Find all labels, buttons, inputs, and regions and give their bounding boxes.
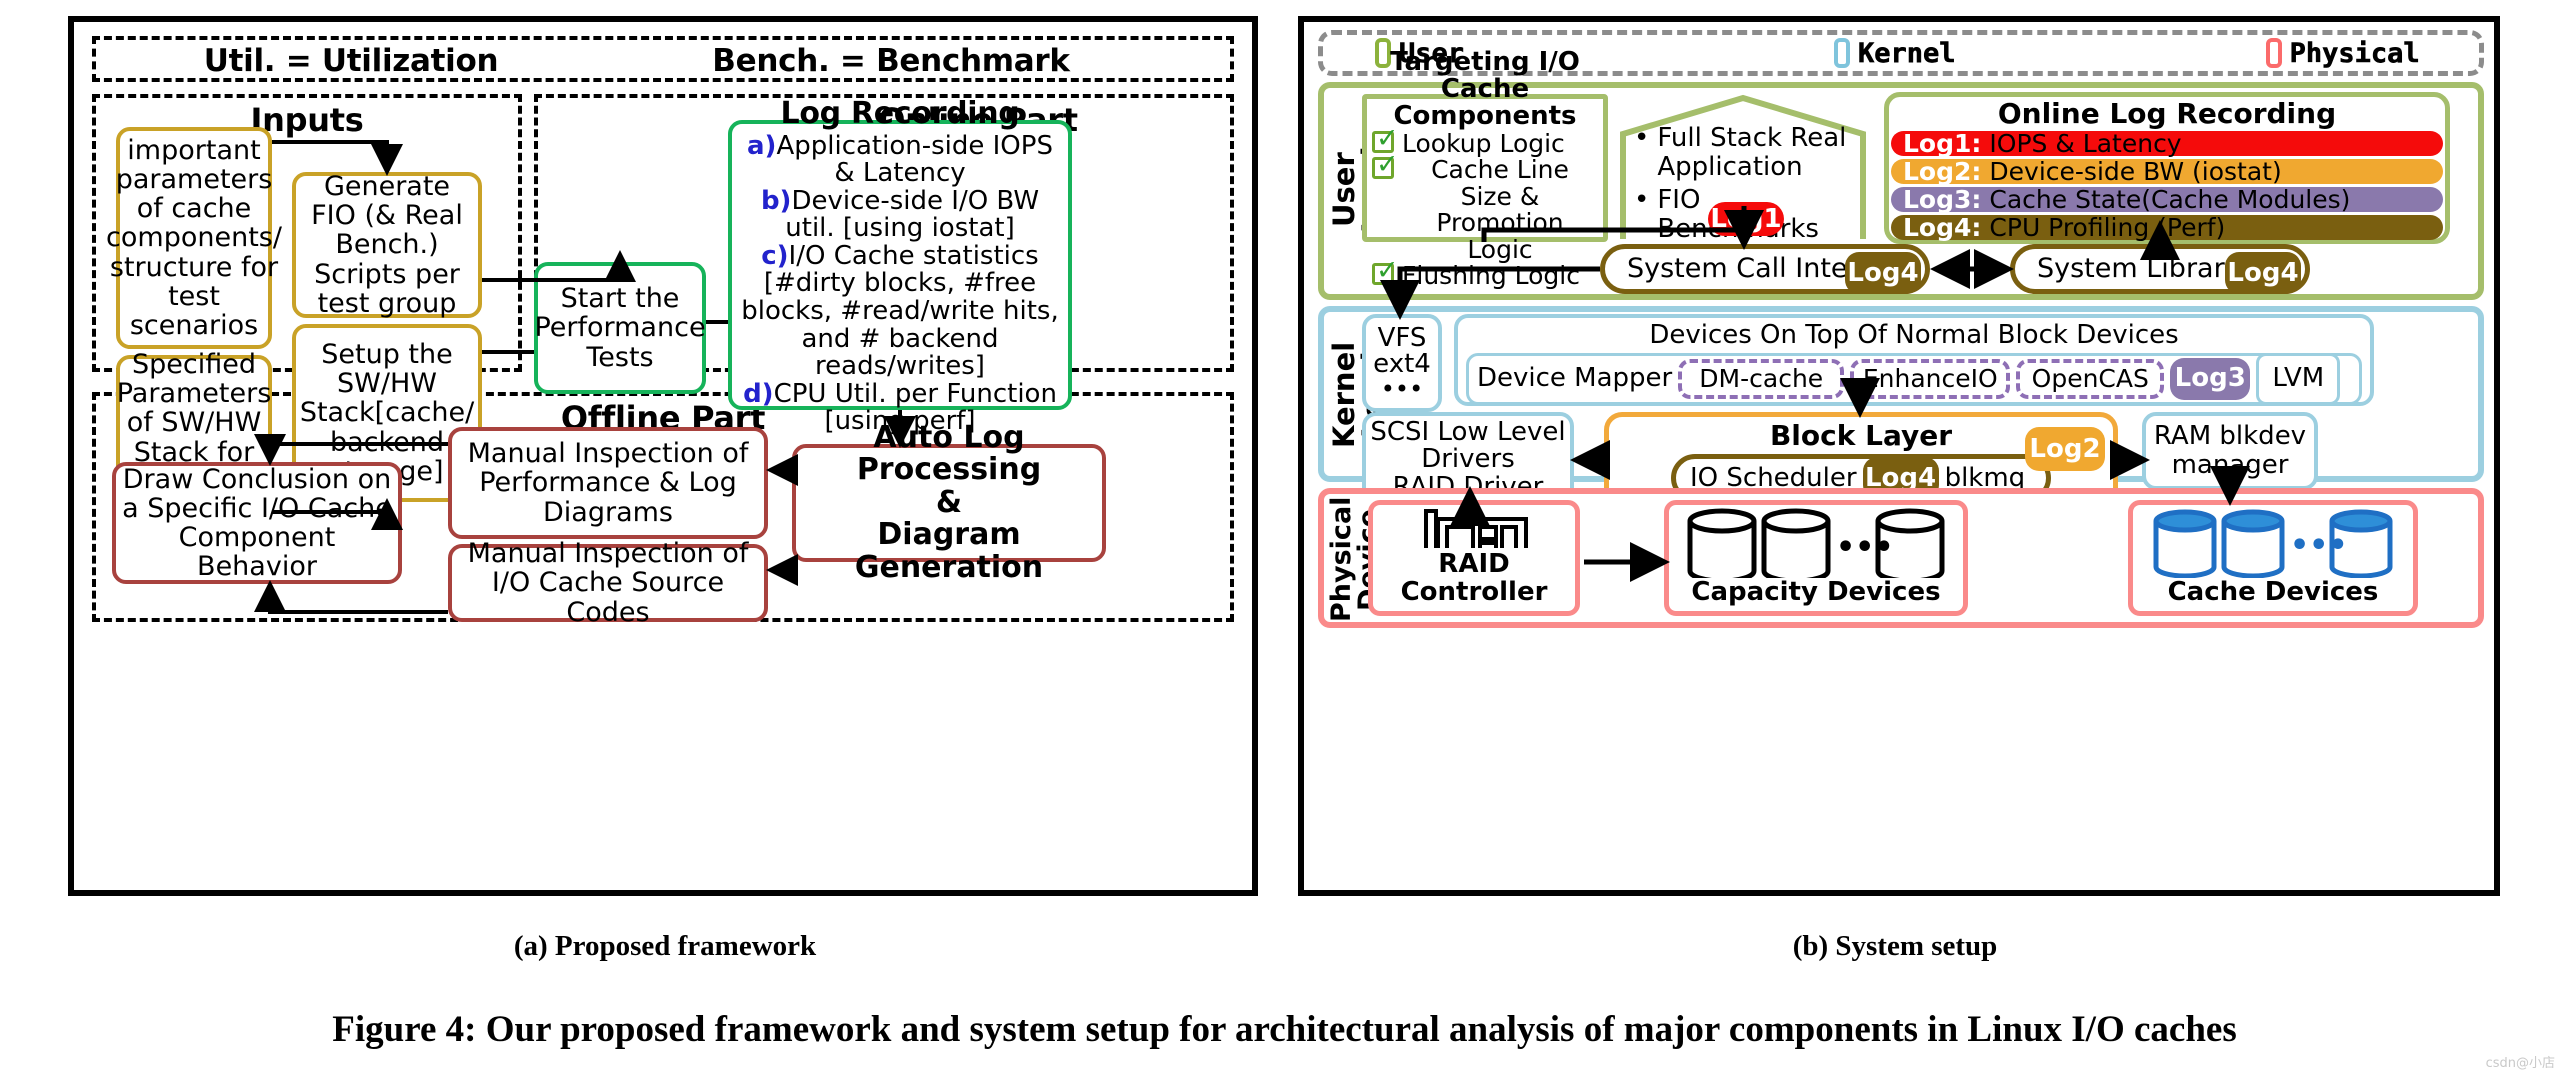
box-targeting-components: Targeting I/O Cache Components Lookup Lo… (1362, 49, 1608, 289)
scsi-line-1: SCSI Low Level (1370, 417, 1566, 448)
node-manual-inspection-source: Manual Inspection of I/O Cache Source Co… (448, 539, 768, 627)
vfs-line-2: ext4 (1373, 349, 1431, 379)
auto-line-2: & (935, 484, 963, 520)
figure-caption: Figure 4: Our proposed framework and sys… (332, 1009, 2237, 1050)
log-row-log1: Log1: IOPS & Latency (1891, 130, 2443, 156)
node-important-parameters: important parameters of cache components… (106, 127, 282, 349)
bullet-icon: • (1634, 123, 1650, 153)
log-row-log3: Log3: Cache State(Cache Modules) (1891, 186, 2443, 212)
scsi-line-2: Drivers (1421, 444, 1515, 475)
legend-chip-physical (2265, 38, 2282, 68)
checkbox-icon (1372, 151, 1399, 180)
box-dm-cache: DM-cache (1678, 358, 1845, 399)
checkbox-icon (1372, 257, 1399, 286)
watermark: csdn@小店 (2485, 1056, 2555, 1071)
sub-caption-b: (b) System setup (1792, 930, 1998, 962)
panel-system-setup: User Kernel Physical User Level Targetin… (1298, 16, 2500, 896)
raid-controller-label: RAID Controller (1400, 548, 1548, 608)
box-device-mapper-row: Device Mapper DM-cache EnhanceIO OpenCAS… (1466, 352, 2362, 405)
targeting-title-line2: Cache Components (1393, 74, 1577, 131)
targeting-item-flushing: Flushing Logic (1372, 257, 1598, 290)
box-lvm: LVM (2256, 352, 2341, 405)
auto-line-3: Diagram Generation (854, 517, 1044, 585)
node-auto-log-processing: Auto Log Processing & Diagram Generation (792, 421, 1106, 583)
box-opencas: OpenCAS (2016, 358, 2165, 399)
log-recording-item-b: b)Device-side I/O BW util. [using iostat… (760, 185, 1040, 244)
targeting-item-lookup: Lookup Logic (1372, 125, 1598, 158)
abbrev-util-label: Util. = Utilization (203, 43, 499, 79)
box-system-library: System Library Log4 (2010, 244, 2310, 294)
node-manual-inspection-performance: Manual Inspection of Performance & Log D… (448, 427, 768, 539)
ram-line-1: RAM blkdev (2153, 421, 2307, 452)
node-generate-fio: Generate FIO (& Real Bench.) Scripts per… (292, 172, 482, 318)
bullet-icon: • (1634, 185, 1650, 216)
cache-disks-icon: ••• (2153, 509, 2393, 579)
legend-label-physical: Physical (2289, 37, 2420, 69)
box-capacity-devices: ••• Capacity Devices (1664, 500, 1968, 616)
targeting-title-line1: Targeting I/O (1390, 47, 1580, 78)
legend-item-kernel: Kernel (1834, 37, 1956, 69)
devices-title: Devices On Top Of Normal Block Devices (1649, 320, 2179, 350)
block-layer-title: Block Layer (1769, 419, 1953, 452)
box-enhanceio: EnhanceIO (1850, 358, 2011, 399)
node-draw-conclusion: Draw Conclusion on a Specific I/O Cache … (112, 462, 402, 584)
vfs-line-3: ••• (1380, 375, 1424, 403)
workload-item-realapp: • Full Stack Real Application (1634, 123, 1847, 183)
targeting-item-cacheline: Cache Line Size & Promotion Logic (1372, 151, 1598, 263)
legend-item-physical: Physical (2265, 37, 2420, 69)
box-online-log-recording: Online Log Recording Log1: IOPS & Latenc… (1884, 92, 2450, 244)
online-log-recording-title: Online Log Recording (1997, 97, 2337, 130)
log-recording-item-a: a)Application-side IOPS & Latency (747, 130, 1053, 189)
log-row-log2: Log2: Device-side BW (iostat) (1891, 158, 2443, 184)
svg-text:•••: ••• (1836, 530, 1894, 565)
box-workloads: • Full Stack Real Application • FIO Benc… (1620, 94, 1866, 244)
box-ram-blkdev-manager: RAM blkdev manager (2142, 412, 2318, 490)
box-raid-controller: RAID Controller (1368, 500, 1580, 616)
capacity-disks-icon: ••• (1687, 508, 1945, 579)
svg-text:•••: ••• (2290, 528, 2348, 563)
vfs-line-1: VFS (1377, 323, 1427, 353)
node-log-recording: Log Recording a)Application-side IOPS & … (728, 97, 1072, 435)
log-tag-syscall-log4: Log4 (1845, 252, 1921, 294)
capacity-devices-label: Capacity Devices (1691, 577, 1941, 608)
log-tag-log1: Log1 (1708, 202, 1784, 236)
log-recording-item-c: c)I/O Cache statistics [#dirty blocks, #… (741, 240, 1059, 382)
box-devices-on-top: Devices On Top Of Normal Block Devices D… (1454, 314, 2374, 406)
legend-label-kernel: Kernel (1858, 37, 1956, 69)
log-row-log4: Log4: CPU Profiling (Perf) (1891, 214, 2443, 240)
log-tag-blocklayer-log2: Log2 (2025, 427, 2105, 471)
log-tag-syslib-log4: Log4 (2225, 252, 2301, 294)
box-system-call-interface: System Call Interface Log4 (1600, 244, 1930, 294)
raid-card-icon (1424, 509, 1528, 548)
legend-chip-kernel (1834, 38, 1851, 68)
abbrev-bench-label: Bench. = Benchmark (712, 43, 1070, 79)
box-vfs: VFS ext4 ••• (1362, 314, 1442, 412)
abbreviation-strip: Util. = Utilization Bench. = Benchmark (92, 36, 1234, 82)
device-mapper-label: Device Mapper (1477, 363, 1673, 394)
auto-line-1: Auto Log Processing (856, 420, 1042, 488)
sub-caption-a: (a) Proposed framework (513, 930, 817, 962)
figure-container: Util. = Utilization Bench. = Benchmark I… (0, 0, 2569, 1075)
log-tag-dm-log3: Log3 (2170, 357, 2251, 400)
ram-line-2: manager (2171, 450, 2289, 480)
cache-devices-label: Cache Devices (2167, 577, 2379, 608)
box-cache-devices: ••• Cache Devices (2128, 500, 2418, 616)
node-start-performance-tests: Start the Performance Tests (534, 262, 706, 394)
panel-proposed-framework: Util. = Utilization Bench. = Benchmark I… (68, 16, 1258, 896)
log-recording-title: Log Recording (780, 96, 1020, 132)
